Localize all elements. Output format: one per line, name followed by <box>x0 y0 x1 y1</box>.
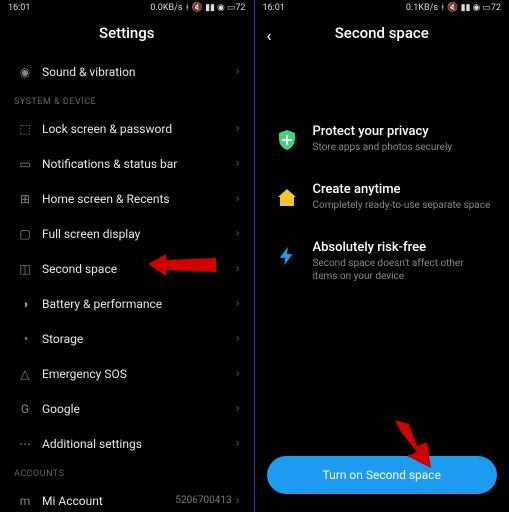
chevron-right-icon: › <box>236 156 240 171</box>
page-title: ‹ Second space <box>255 16 509 54</box>
lock-icon: ⬚ <box>14 122 36 136</box>
settings-screen: 16:01 0.0KB/s ᚼ 🔇 ▮▮ ◉ ▭72 Settings ◉ So… <box>0 0 255 512</box>
row-second-space[interactable]: ◫ Second space › <box>14 251 240 286</box>
feature-subtitle: Completely ready-to-use separate space <box>313 199 492 212</box>
row-label: Emergency SOS <box>36 367 236 381</box>
row-home-screen[interactable]: ⊞ Home screen & Recents › <box>14 181 240 216</box>
chevron-right-icon: › <box>236 226 240 241</box>
row-label: Additional settings <box>36 437 236 451</box>
page-title: Settings <box>0 16 254 54</box>
feature-create: Create anytime Completely ready-to-use s… <box>255 172 509 230</box>
feature-riskfree: Absolutely risk-free Second space doesn'… <box>255 230 509 301</box>
chevron-right-icon: › <box>236 493 240 508</box>
feature-title: Create anytime <box>313 182 492 197</box>
bluetooth-icon: ᚼ <box>184 3 189 13</box>
feature-privacy: Protect your privacy Store apps and phot… <box>255 114 509 172</box>
fullscreen-icon: ▢ <box>14 227 36 241</box>
row-notifications[interactable]: ▭ Notifications & status bar › <box>14 146 240 181</box>
row-label: Home screen & Recents <box>36 192 236 206</box>
feature-subtitle: Second space doesn't affect other items … <box>313 257 492 283</box>
turn-on-second-space-button[interactable]: Turn on Second space <box>267 456 498 494</box>
second-space-icon: ◫ <box>14 262 36 276</box>
chevron-right-icon: › <box>236 366 240 381</box>
chevron-right-icon: › <box>236 121 240 136</box>
row-storage[interactable]: ◔ Storage › <box>14 321 240 356</box>
row-lock-screen[interactable]: ⬚ Lock screen & password › <box>14 111 240 146</box>
shield-icon <box>273 126 301 154</box>
row-sound[interactable]: ◉ Sound & vibration › <box>14 54 240 89</box>
status-indicators: 0.0KB/s ᚼ 🔇 ▮▮ ◉ ▭72 <box>150 3 245 13</box>
row-label: Lock screen & password <box>36 122 236 136</box>
mute-icon: 🔇 <box>192 3 203 13</box>
feature-list: Protect your privacy Store apps and phot… <box>255 54 509 301</box>
clock: 16:01 <box>263 3 285 13</box>
clock: 16:01 <box>8 3 30 13</box>
row-emergency[interactable]: △ Emergency SOS › <box>14 356 240 391</box>
home-screen-icon: ⊞ <box>14 192 36 206</box>
bolt-icon <box>273 242 301 270</box>
wifi-icon: ◉ <box>473 3 481 13</box>
feature-title: Absolutely risk-free <box>313 240 492 255</box>
row-label: Mi Account <box>36 494 175 508</box>
battery-icon: ▭72 <box>482 3 501 13</box>
chevron-right-icon: › <box>236 261 240 276</box>
chevron-right-icon: › <box>236 296 240 311</box>
mi-icon: m <box>14 494 36 508</box>
status-indicators: 0.1KB/s ᚼ 🔇 ▮▮ ◉ ▭72 <box>406 3 501 13</box>
chevron-right-icon: › <box>236 401 240 416</box>
row-fullscreen[interactable]: ▢ Full screen display › <box>14 216 240 251</box>
back-button[interactable]: ‹ <box>267 26 272 45</box>
section-header-system: SYSTEM & DEVICE <box>14 89 240 111</box>
status-bar: 16:01 0.0KB/s ᚼ 🔇 ▮▮ ◉ ▭72 <box>0 0 254 16</box>
settings-list[interactable]: ◉ Sound & vibration › SYSTEM & DEVICE ⬚ … <box>0 54 254 512</box>
row-label: Sound & vibration <box>36 65 236 79</box>
row-google[interactable]: G Google › <box>14 391 240 426</box>
status-bar: 16:01 0.1KB/s ᚼ 🔇 ▮▮ ◉ ▭72 <box>255 0 509 16</box>
signal-icon: ▮▮ <box>461 3 471 13</box>
chevron-right-icon: › <box>236 436 240 451</box>
battery-icon: ▭72 <box>227 3 246 13</box>
feature-subtitle: Store apps and photos securely <box>313 141 492 154</box>
mute-icon: 🔇 <box>447 3 458 13</box>
account-id: 5206700413 <box>175 495 235 506</box>
home-icon <box>273 184 301 212</box>
battery-icon: ◑ <box>14 297 36 311</box>
bluetooth-icon: ᚼ <box>440 3 445 13</box>
chevron-right-icon: › <box>236 331 240 346</box>
sound-icon: ◉ <box>14 65 36 79</box>
section-header-accounts: ACCOUNTS <box>14 461 240 483</box>
row-battery[interactable]: ◑ Battery & performance › <box>14 286 240 321</box>
notif-icon: ▭ <box>14 157 36 171</box>
second-space-screen: 16:01 0.1KB/s ᚼ 🔇 ▮▮ ◉ ▭72 ‹ Second spac… <box>255 0 509 512</box>
row-label: Storage <box>36 332 236 346</box>
row-mi-account[interactable]: m Mi Account 5206700413 › <box>14 483 240 512</box>
row-label: Google <box>36 402 236 416</box>
row-label: Notifications & status bar <box>36 157 236 171</box>
storage-icon: ◔ <box>14 332 36 346</box>
chevron-right-icon: › <box>236 191 240 206</box>
google-icon: G <box>14 402 36 416</box>
emergency-icon: △ <box>14 367 36 381</box>
row-label: Full screen display <box>36 227 236 241</box>
row-additional[interactable]: ⋯ Additional settings › <box>14 426 240 461</box>
row-label: Second space <box>36 262 236 276</box>
chevron-right-icon: › <box>236 64 240 79</box>
signal-icon: ▮▮ <box>205 3 215 13</box>
more-icon: ⋯ <box>14 437 36 451</box>
wifi-icon: ◉ <box>217 3 225 13</box>
feature-title: Protect your privacy <box>313 124 492 139</box>
row-label: Battery & performance <box>36 297 236 311</box>
